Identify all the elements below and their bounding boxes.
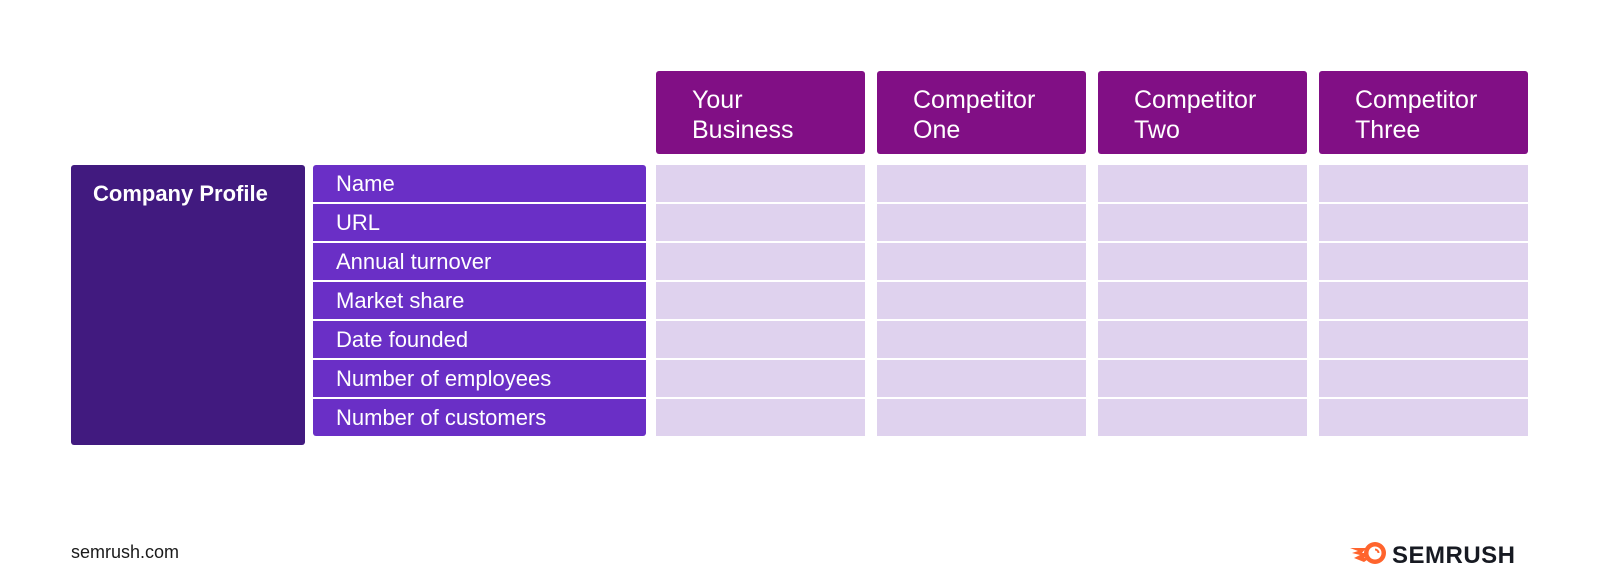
- table-cell[interactable]: [1098, 204, 1307, 241]
- row-label: Market share: [313, 282, 646, 319]
- table-cell[interactable]: [877, 282, 1086, 319]
- row-label: URL: [313, 204, 646, 241]
- table-cell[interactable]: [1098, 399, 1307, 436]
- table-cell[interactable]: [877, 321, 1086, 358]
- table-cell[interactable]: [1319, 243, 1528, 280]
- row-label: Annual turnover: [313, 243, 646, 280]
- column-header: Competitor One: [877, 71, 1086, 154]
- table-cell[interactable]: [1098, 360, 1307, 397]
- semrush-fireball-icon: [1348, 540, 1388, 571]
- table-cell[interactable]: [1319, 282, 1528, 319]
- table-cell[interactable]: [877, 399, 1086, 436]
- table-cell[interactable]: [656, 204, 865, 241]
- table-cell[interactable]: [877, 204, 1086, 241]
- source-label: semrush.com: [71, 542, 180, 562]
- table-cell[interactable]: [1319, 165, 1528, 202]
- table-cell[interactable]: [1098, 243, 1307, 280]
- table-cell[interactable]: [1319, 321, 1528, 358]
- table-cell[interactable]: [1098, 321, 1307, 358]
- column-header: Your Business: [656, 71, 865, 154]
- row-label: Name: [313, 165, 646, 202]
- table-cell[interactable]: [656, 282, 865, 319]
- column-header: Competitor Three: [1319, 71, 1528, 154]
- table-cell[interactable]: [877, 360, 1086, 397]
- table-cell[interactable]: [1098, 282, 1307, 319]
- row-label: Number of employees: [313, 360, 646, 397]
- semrush-logo: SEMRUSH: [1348, 540, 1516, 571]
- table-cell[interactable]: [656, 360, 865, 397]
- table-cell[interactable]: [877, 165, 1086, 202]
- brand-name: SEMRUSH: [1392, 541, 1516, 569]
- table-cell[interactable]: [1319, 204, 1528, 241]
- table-cell[interactable]: [656, 399, 865, 436]
- table-cell[interactable]: [656, 165, 865, 202]
- table-cell[interactable]: [656, 321, 865, 358]
- column-header: Competitor Two: [1098, 71, 1307, 154]
- row-label: Number of customers: [313, 399, 646, 436]
- table-cell[interactable]: [877, 243, 1086, 280]
- row-label: Date founded: [313, 321, 646, 358]
- table-cell[interactable]: [656, 243, 865, 280]
- table-cell[interactable]: [1319, 360, 1528, 397]
- table-cell[interactable]: [1098, 165, 1307, 202]
- category-label: Company Profile: [71, 165, 305, 445]
- table-cell[interactable]: [1319, 399, 1528, 436]
